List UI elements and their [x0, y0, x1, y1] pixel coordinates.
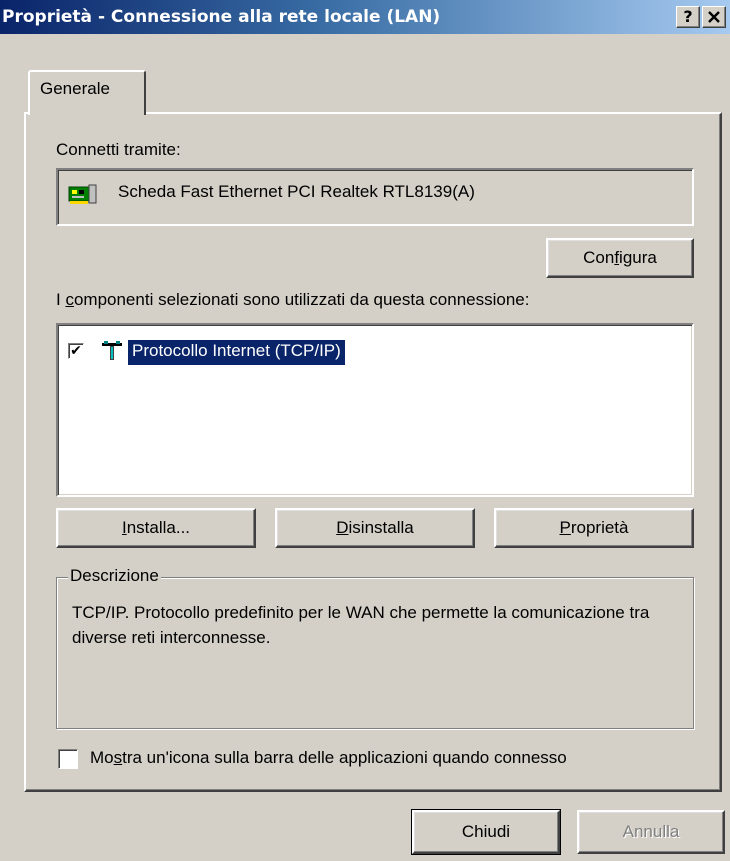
components-label: I componenti selezionati sono utilizzati…	[56, 290, 529, 310]
list-item-tcpip[interactable]: Protocollo Internet (TCP/IP)	[128, 340, 345, 365]
taskbar-icon-label[interactable]: Mostra un'icona sulla barra delle applic…	[90, 748, 567, 768]
taskbar-label-pre: Mo	[90, 748, 114, 767]
connect-via-label: Connetti tramite:	[56, 140, 181, 159]
component-checkbox[interactable]: ✔	[68, 343, 84, 359]
network-card-icon	[68, 184, 97, 204]
uninstall-button[interactable]: Disinstalla	[275, 508, 475, 548]
tab-generale[interactable]: Generale	[28, 70, 146, 115]
properties-button[interactable]: Proprietà	[494, 508, 694, 548]
properties-label-key: P	[559, 518, 571, 537]
install-button[interactable]: Installa...	[56, 508, 256, 548]
title-bar: Proprietà - Connessione alla rete locale…	[0, 0, 730, 34]
close-window-button[interactable]	[702, 6, 726, 28]
configure-label-pre: Con	[583, 248, 615, 267]
help-button[interactable]: ?	[676, 6, 700, 28]
uninstall-label-post: isinstalla	[348, 518, 414, 537]
cancel-button[interactable]: Annulla	[577, 810, 725, 854]
tab-label: Generale	[40, 79, 110, 98]
window-title: Proprietà - Connessione alla rete locale…	[2, 7, 441, 27]
configure-button[interactable]: Con f igura	[546, 238, 694, 278]
taskbar-icon-checkbox[interactable]	[58, 749, 78, 769]
close-button[interactable]: Chiudi	[411, 809, 561, 855]
taskbar-label-key: s	[113, 748, 123, 767]
taskbar-label-post: tra un'icona sulla barra delle applicazi…	[122, 748, 567, 767]
configure-label-post: igura	[619, 248, 657, 267]
components-label-key: c	[65, 290, 74, 309]
uninstall-label-key: D	[336, 518, 349, 537]
components-label-post: omponenti selezionati sono utilizzati da…	[73, 290, 530, 309]
properties-label-post: roprietà	[570, 518, 629, 537]
network-protocol-icon	[102, 341, 122, 360]
install-label-post: nstalla...	[126, 518, 191, 537]
adapter-name: Scheda Fast Ethernet PCI Realtek RTL8139…	[118, 182, 475, 201]
description-text: TCP/IP. Protocollo predefinito per le WA…	[72, 603, 650, 647]
close-icon	[708, 11, 720, 23]
description-legend: Descrizione	[68, 566, 161, 586]
